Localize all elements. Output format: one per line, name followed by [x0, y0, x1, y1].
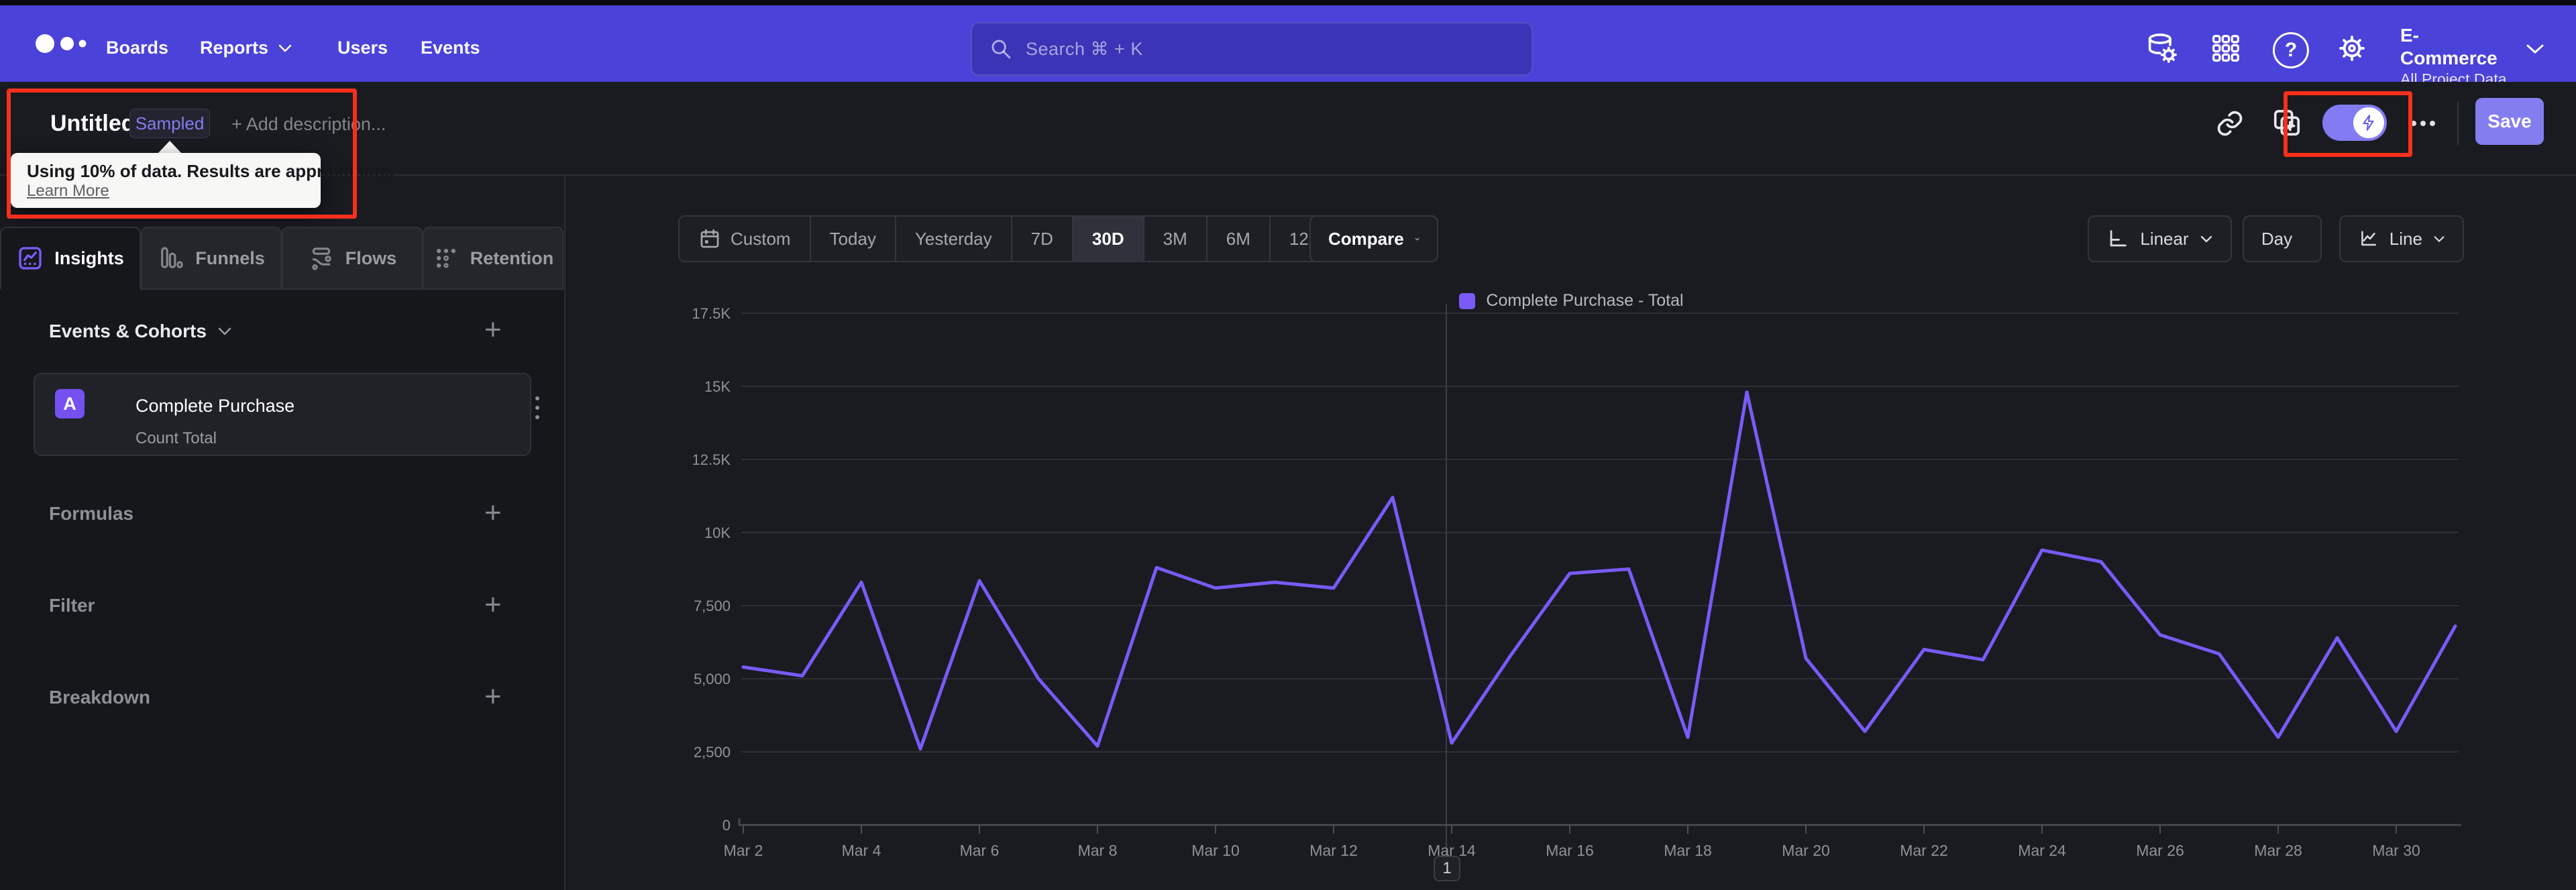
funnels-icon — [161, 247, 183, 268]
add-formula-button[interactable]: + — [484, 498, 502, 528]
help-glyph: ? — [2284, 39, 2298, 61]
event-name[interactable]: Complete Purchase — [136, 396, 294, 416]
project-chevron-down-icon[interactable] — [2525, 43, 2545, 55]
search-icon — [991, 40, 1011, 59]
svg-text:Mar 10: Mar 10 — [1191, 842, 1240, 859]
top-nav-bar: Boards Reports Users Events Search ⌘ + K… — [0, 5, 2576, 88]
tab-retention[interactable]: Retention — [423, 227, 564, 290]
svg-text:Mar 6: Mar 6 — [960, 842, 1000, 859]
svg-text:Mar 20: Mar 20 — [1782, 842, 1830, 859]
tooltip-text: Using 10% of data. Results are approxima… — [27, 161, 394, 181]
toggle-knob — [2353, 107, 2384, 138]
pagination-page-1[interactable]: 1 — [1434, 856, 1460, 881]
lightning-bolt-icon — [2363, 115, 2374, 131]
more-options-icon[interactable] — [2408, 118, 2438, 129]
section-formulas[interactable]: Formulas — [49, 503, 133, 524]
save-label: Save — [2487, 111, 2532, 131]
report-type-tabs: Insights Funnels Flows Retention — [0, 227, 564, 290]
svg-text:Mar 18: Mar 18 — [1664, 842, 1712, 859]
event-card[interactable]: A Complete Purchase Count Total — [34, 373, 539, 456]
svg-text:7,500: 7,500 — [694, 598, 731, 614]
tab-label: Funnels — [195, 247, 265, 268]
event-series-badge: A — [55, 389, 85, 419]
svg-text:Mar 24: Mar 24 — [2018, 842, 2066, 859]
events-cohorts-label: Events & Cohorts — [49, 321, 207, 341]
tab-insights[interactable]: Insights — [0, 227, 141, 290]
sampled-badge-label: Sampled — [135, 113, 205, 133]
learn-more-link[interactable]: Learn More — [27, 182, 305, 201]
tab-label: Insights — [54, 247, 124, 268]
flows-icon — [311, 247, 331, 270]
search-input[interactable]: Search ⌘ + K — [971, 22, 1533, 76]
sidebar-divider — [564, 176, 566, 890]
add-description-field[interactable]: + Add description... — [231, 114, 386, 135]
insights-icon — [19, 247, 42, 270]
svg-text:Mar 30: Mar 30 — [2372, 842, 2420, 859]
section-breakdown[interactable]: Breakdown — [49, 687, 150, 708]
svg-text:Mar 22: Mar 22 — [1900, 842, 1948, 859]
event-metric[interactable]: Count Total — [136, 429, 217, 448]
add-filter-button[interactable]: + — [484, 590, 502, 620]
sampling-toggle[interactable] — [2322, 105, 2387, 141]
nav-item-boards[interactable]: Boards — [106, 38, 168, 58]
svg-text:Mar 28: Mar 28 — [2254, 842, 2302, 859]
svg-text:2,500: 2,500 — [694, 744, 731, 761]
pagination-label: 1 — [1442, 859, 1452, 877]
section-filter[interactable]: Filter — [49, 595, 95, 616]
event-kebab-menu-icon[interactable] — [533, 392, 542, 425]
svg-text:Mar 26: Mar 26 — [2136, 842, 2184, 859]
mixpanel-logo-icon[interactable] — [35, 30, 91, 57]
svg-text:Mar 2: Mar 2 — [724, 842, 763, 859]
svg-text:Mar 8: Mar 8 — [1078, 842, 1118, 859]
nav-item-label: Reports — [200, 38, 269, 58]
nav-item-users[interactable]: Users — [337, 38, 388, 58]
add-breakdown-button[interactable]: + — [484, 682, 502, 712]
add-event-button[interactable]: + — [484, 315, 502, 345]
svg-text:Mar 16: Mar 16 — [1546, 842, 1594, 859]
apps-grid-icon[interactable] — [2211, 34, 2241, 63]
events-cohorts-header[interactable]: Events & Cohorts — [49, 321, 232, 342]
tab-label: Retention — [470, 247, 554, 268]
svg-text:Mar 12: Mar 12 — [1309, 842, 1358, 859]
nav-item-events[interactable]: Events — [421, 38, 480, 58]
copy-link-icon[interactable] — [2215, 109, 2245, 138]
nav-item-reports[interactable]: Reports — [200, 38, 292, 58]
retention-icon — [436, 249, 455, 268]
sampling-tooltip: Using 10% of data. Results are approxima… — [11, 153, 394, 208]
titlebar-separator — [2457, 102, 2459, 145]
svg-text:17.5K: 17.5K — [692, 305, 731, 322]
search-placeholder: Search ⌘ + K — [1026, 38, 1143, 59]
svg-text:15K: 15K — [704, 378, 731, 395]
data-management-icon[interactable] — [2144, 31, 2179, 66]
tab-label: Flows — [345, 247, 397, 268]
duplicate-icon[interactable] — [2271, 107, 2302, 138]
svg-text:10K: 10K — [704, 524, 731, 541]
tab-funnels[interactable]: Funnels — [141, 227, 282, 290]
svg-text:5,000: 5,000 — [694, 671, 731, 687]
nav-item-label: Boards — [106, 38, 169, 58]
nav-item-label: Users — [337, 38, 388, 58]
save-button[interactable]: Save — [2475, 98, 2544, 145]
project-name: E-Commerce — [2400, 25, 2498, 68]
help-icon[interactable]: ? — [2273, 32, 2309, 68]
svg-text:12.5K: 12.5K — [692, 451, 731, 468]
svg-text:Mar 4: Mar 4 — [842, 842, 881, 859]
nav-item-label: Events — [421, 38, 480, 58]
svg-text:0: 0 — [722, 817, 731, 834]
tab-flows[interactable]: Flows — [282, 227, 423, 290]
project-selector[interactable]: E-Commerce All Project Data — [2400, 24, 2516, 89]
line-chart-plot[interactable]: 0 2,500 5,000 7,500 10K 12.5K 15K 17.5K Mar 2 Mar… — [567, 176, 2576, 890]
chevron-down-icon — [278, 44, 292, 52]
settings-gear-icon[interactable] — [2334, 31, 2369, 66]
tooltip-arrow — [157, 141, 182, 154]
chevron-down-icon — [218, 327, 231, 335]
report-title[interactable]: Untitled — [50, 111, 136, 137]
sampled-badge[interactable]: Sampled — [129, 109, 210, 138]
